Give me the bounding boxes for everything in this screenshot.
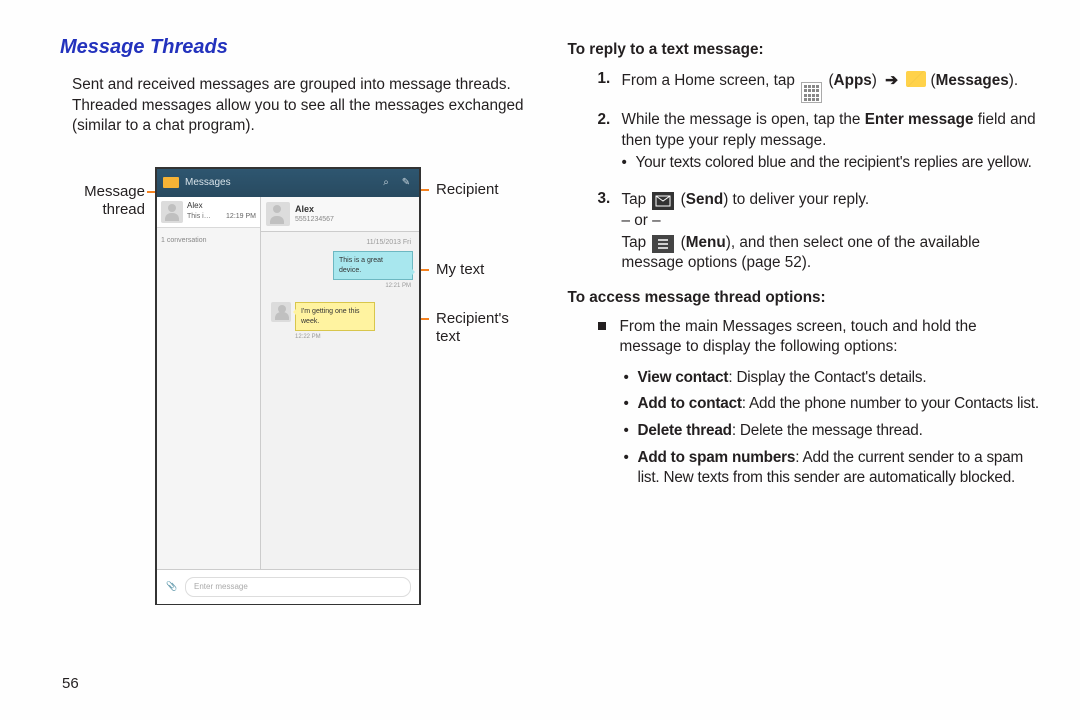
thread-name: Alex [187, 201, 256, 212]
chat-date: 11/15/2013 Fri [261, 232, 419, 249]
apps-icon [801, 82, 822, 103]
callout-message-thread: Message thread [55, 183, 145, 219]
avatar-icon [271, 302, 291, 322]
compose-icon: ✎ [399, 176, 413, 190]
right-column: To reply to a text message: 1. From a Ho… [568, 34, 1041, 700]
access-intro-row: From the main Messages screen, touch and… [568, 317, 1041, 358]
left-column: Message Threads Sent and received messag… [60, 34, 533, 700]
bubble-time: 12:22 PM [267, 333, 413, 341]
search-icon: ⌕ [379, 176, 393, 190]
compose-bar: 📎 Enter message [157, 569, 419, 604]
send-icon [652, 192, 674, 210]
chat-pane: Alex 5551234567 11/15/2013 Fri This is a… [261, 197, 419, 569]
chat-contact-name: Alex [295, 203, 334, 215]
callout-recipient-text: Recipient's text [436, 310, 536, 346]
thread-item: Alex This i… 12:19 PM [157, 197, 260, 228]
intro-text: Sent and received messages are grouped i… [60, 75, 533, 137]
square-bullet-icon [598, 322, 606, 330]
option-view-contact: •View contact: Display the Contact's det… [624, 368, 1041, 389]
reply-heading: To reply to a text message: [568, 40, 1041, 61]
chat-header: Alex 5551234567 [261, 197, 419, 232]
chat-contact-phone: 5551234567 [295, 215, 334, 224]
page-number: 56 [62, 675, 79, 692]
thread-preview: This i… [187, 212, 211, 221]
attach-icon: 📎 [165, 580, 179, 594]
phone-titlebar: Messages ⌕ ✎ [157, 169, 419, 197]
phone-mock: Messages ⌕ ✎ Alex This i… 12:19 PM [155, 167, 421, 605]
option-add-to-contact: •Add to contact: Add the phone number to… [624, 394, 1041, 415]
access-heading: To access message thread options: [568, 288, 1041, 309]
or-text: – or – [622, 212, 661, 229]
option-add-to-spam: •Add to spam numbers: Add the current se… [624, 448, 1041, 489]
step-3: 3. Tap (Send) to deliver your reply. – o… [598, 189, 1041, 274]
step-2: 2. While the message is open, tap the En… [598, 110, 1041, 179]
thread-time: 12:19 PM [226, 212, 256, 221]
manual-page: Message Threads Sent and received messag… [0, 0, 1080, 720]
recipient-text-bubble: I'm getting one this week. [295, 302, 375, 331]
messages-icon [163, 177, 179, 188]
avatar-icon [266, 202, 290, 226]
avatar-icon [161, 201, 183, 223]
callout-my-text: My text [436, 261, 484, 279]
app-title: Messages [185, 176, 373, 190]
bubble-time: 12:21 PM [267, 282, 413, 290]
callout-recipient: Recipient [436, 181, 499, 199]
messages-icon [906, 71, 926, 87]
option-delete-thread: •Delete thread: Delete the message threa… [624, 421, 1041, 442]
enter-message-field: Enter message [185, 577, 411, 597]
conversation-count: 1 conversation [157, 228, 260, 253]
access-intro: From the main Messages screen, touch and… [620, 317, 1041, 358]
menu-icon [652, 235, 674, 253]
step-1: 1. From a Home screen, tap (Apps) ➔ (Mes… [598, 69, 1041, 101]
arrow-icon: ➔ [885, 72, 898, 89]
my-text-bubble: This is a great device. [333, 251, 413, 280]
section-heading: Message Threads [60, 34, 533, 61]
thread-list: Alex This i… 12:19 PM 1 conversation [157, 197, 261, 569]
